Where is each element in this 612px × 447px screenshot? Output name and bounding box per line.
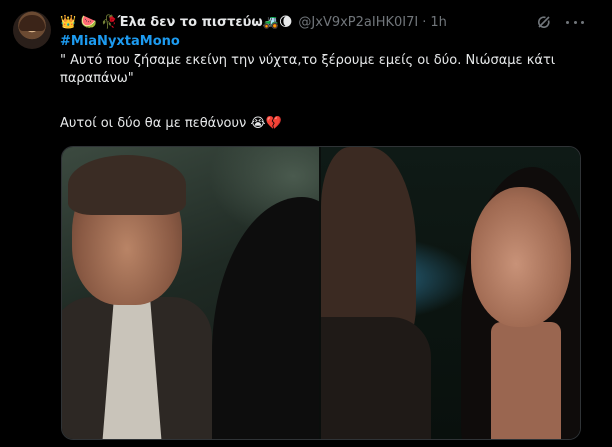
separator-dot: · bbox=[422, 14, 427, 30]
tweet-header: 👑 🍉 🥀Έλα δεν το πιστεύω🚜🌘 @JxV9xP2aIHK0I… bbox=[60, 13, 447, 31]
grok-icon[interactable] bbox=[536, 14, 552, 30]
tweet-text-line: Αυτοί οι δύο θα με πεθάνουν 😭💔 bbox=[60, 116, 282, 131]
woman-face bbox=[471, 187, 571, 327]
more-dot-icon bbox=[566, 20, 569, 24]
tweet-text-line: παραπάνω" bbox=[60, 71, 134, 86]
more-dot-icon bbox=[573, 20, 577, 24]
woman-neck bbox=[491, 322, 561, 439]
media-image-right[interactable] bbox=[321, 147, 580, 439]
more-dot-icon bbox=[581, 20, 584, 24]
man-coat bbox=[321, 317, 431, 439]
user-handle[interactable]: @JxV9xP2aIHK0I7I bbox=[298, 15, 418, 30]
man-hair bbox=[68, 155, 186, 215]
avatar-hair bbox=[19, 15, 45, 31]
media-image-left[interactable] bbox=[62, 147, 319, 439]
hashtag-link[interactable]: #MiaNyxtaMono bbox=[60, 34, 180, 49]
timestamp[interactable]: 1h bbox=[430, 15, 447, 30]
display-name[interactable]: 👑 🍉 🥀Έλα δεν το πιστεύω🚜🌘 bbox=[60, 15, 292, 30]
woman-back-of-head bbox=[212, 197, 319, 439]
tweet-media[interactable] bbox=[61, 146, 581, 440]
avatar[interactable] bbox=[13, 11, 51, 49]
more-options-icon[interactable] bbox=[566, 13, 584, 31]
tweet[interactable]: 👑 🍉 🥀Έλα δεν το πιστεύω🚜🌘 @JxV9xP2aIHK0I… bbox=[0, 0, 612, 447]
tweet-text-line: " Αυτό που ζήσαμε εκείνη την νύχτα,το ξέ… bbox=[60, 53, 556, 68]
